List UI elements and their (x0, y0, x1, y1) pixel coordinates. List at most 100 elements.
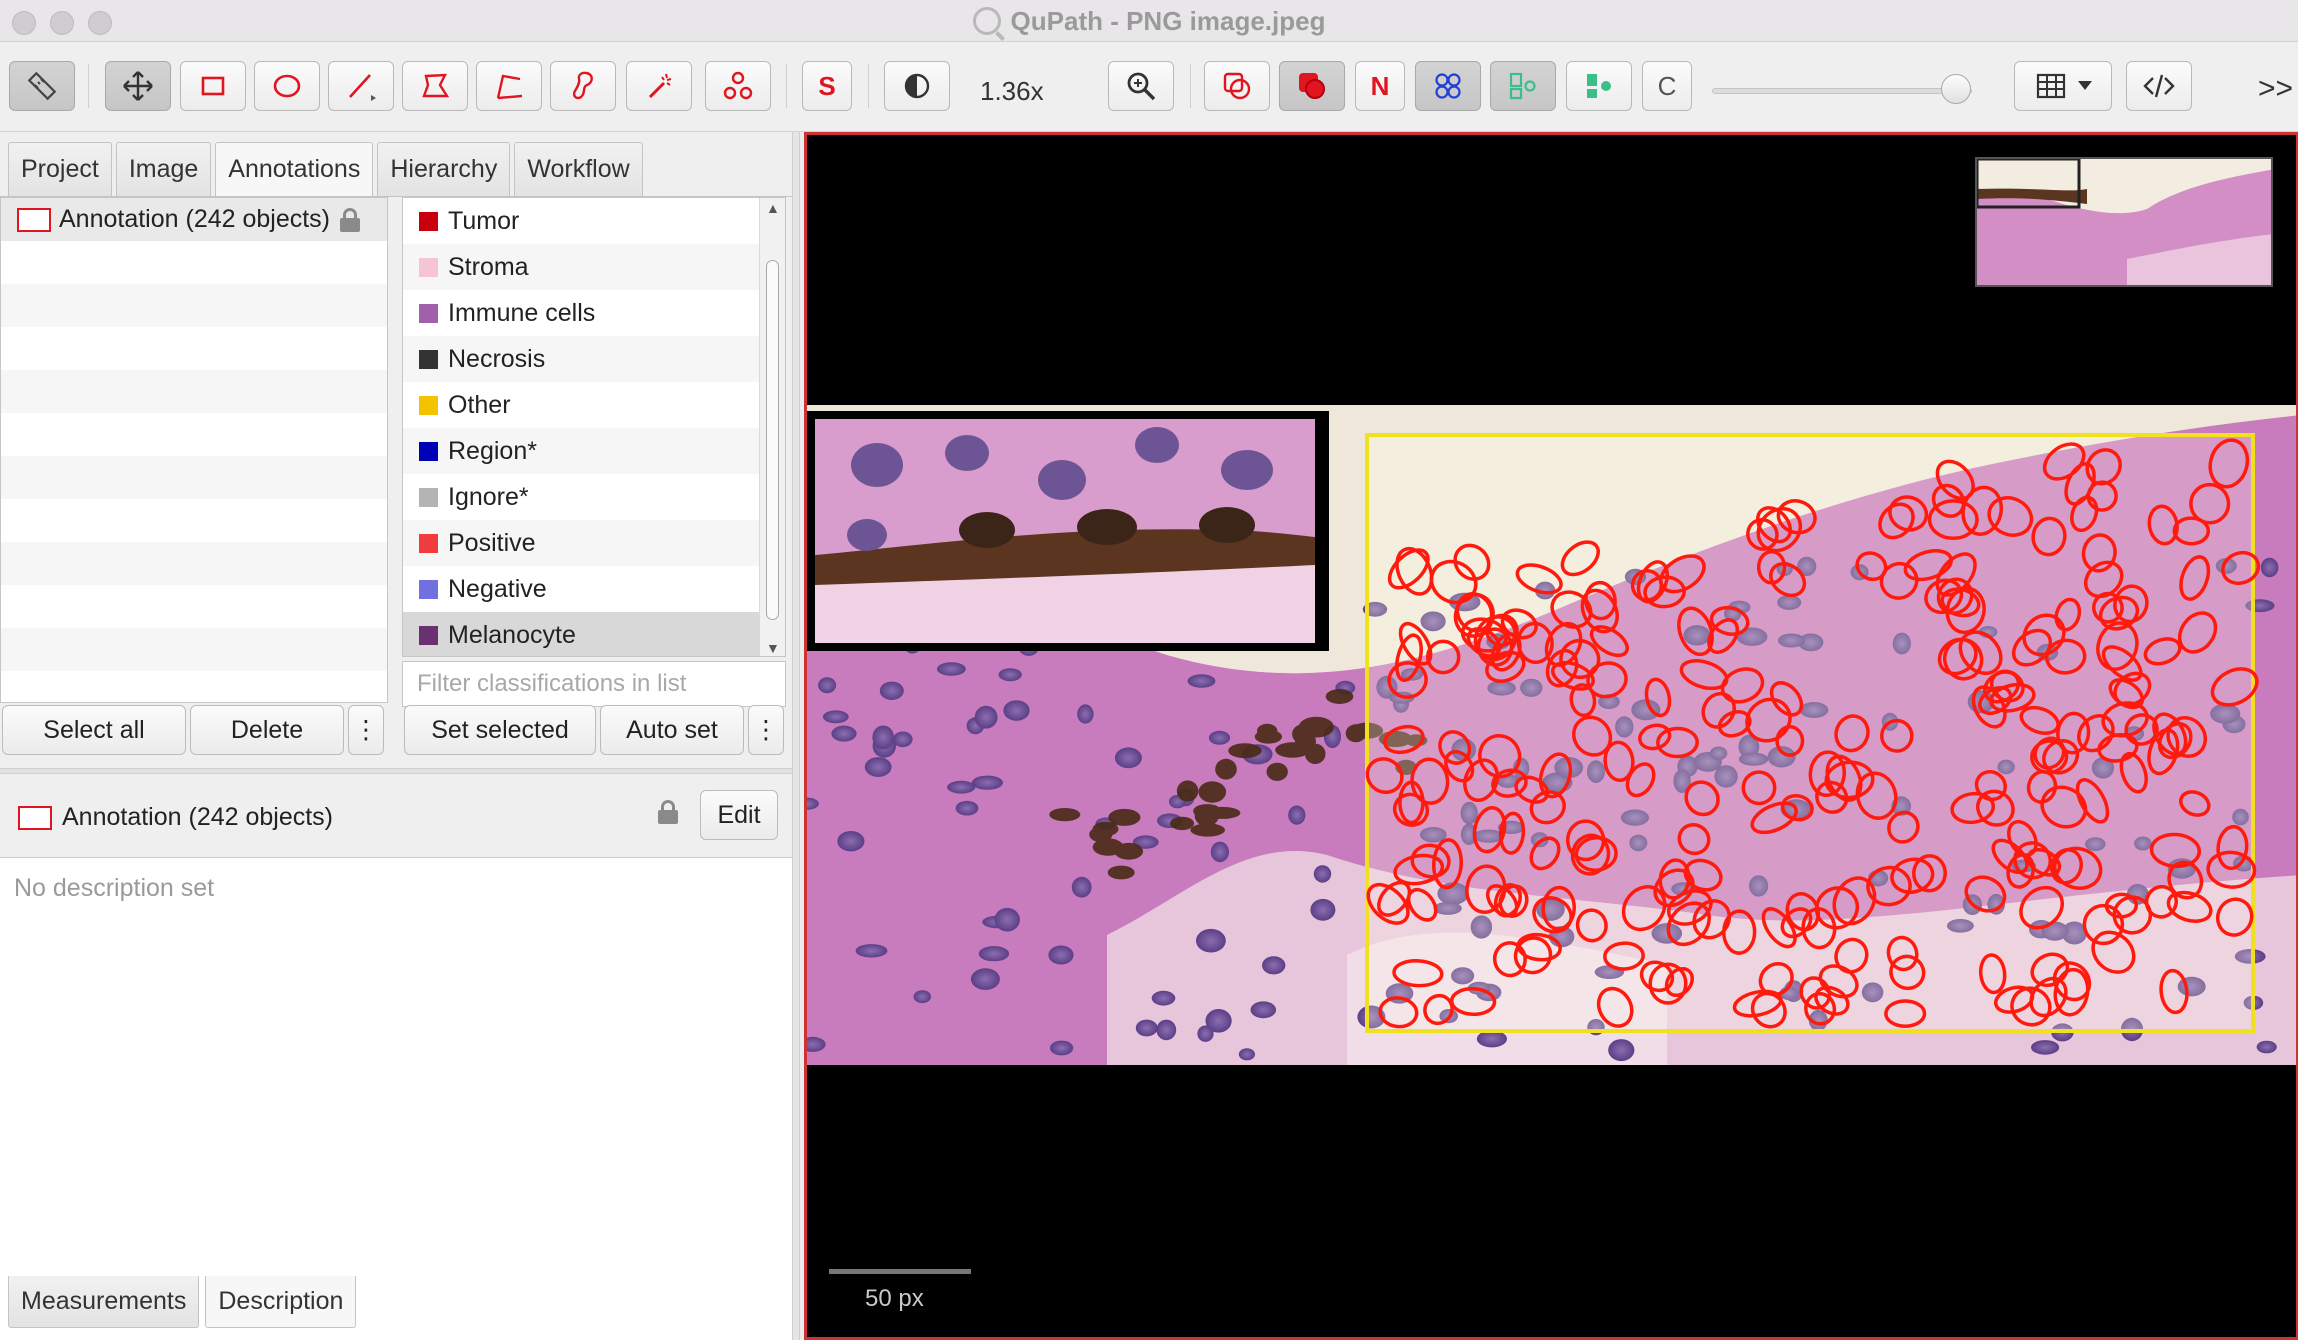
rectangle-annotation-icon (18, 806, 52, 830)
class-label: Negative (448, 574, 547, 603)
points-tool-button[interactable] (705, 61, 771, 111)
selection-mode-button[interactable]: S (802, 61, 852, 111)
ellipse-icon (273, 74, 301, 98)
fill-detections-button[interactable] (1566, 61, 1632, 111)
rectangle-annotation-icon (17, 207, 51, 232)
class-item-melanocyte[interactable]: Melanocyte (403, 612, 785, 656)
class-item-positive[interactable]: Positive (403, 520, 785, 566)
script-editor-button[interactable] (2126, 61, 2192, 111)
class-item-stroma[interactable]: Stroma (403, 244, 785, 290)
tab-workflow[interactable]: Workflow (514, 142, 643, 196)
show-detections-button[interactable] (1490, 61, 1556, 111)
show-names-button[interactable]: N (1355, 61, 1405, 111)
panel-splitter[interactable] (792, 132, 800, 1340)
class-item-region[interactable]: Region* (403, 428, 785, 474)
class-color-swatch (419, 441, 438, 461)
image-viewer[interactable]: 50 px (804, 132, 2298, 1340)
select-all-button[interactable]: Select all (2, 705, 186, 755)
tab-measurements[interactable]: Measurements (8, 1276, 200, 1328)
analysis-tabs: Project Image Annotations Hierarchy Work… (8, 142, 643, 198)
list-item[interactable]: Annotation (242 objects) (1, 198, 387, 241)
class-color-swatch (419, 487, 438, 507)
zoom-to-fit-button[interactable] (1108, 61, 1174, 111)
tab-project[interactable]: Project (8, 142, 112, 196)
class-color-swatch (419, 395, 438, 415)
magnifier-icon (1127, 72, 1156, 101)
tab-hierarchy[interactable]: Hierarchy (377, 142, 511, 196)
polygon-tool-button[interactable] (402, 61, 468, 111)
class-item-negative[interactable]: Negative (403, 566, 785, 612)
tab-annotations[interactable]: Annotations (215, 142, 374, 196)
wand-tool-button[interactable] (626, 61, 692, 111)
opacity-slider-track[interactable] (1712, 88, 1972, 94)
filter-classifications-input[interactable]: Filter classifications in list (402, 661, 786, 707)
class-item-ignore[interactable]: Ignore* (403, 474, 785, 520)
points-icon (723, 71, 753, 100)
opacity-slider-thumb[interactable] (1941, 74, 1972, 104)
analysis-panel: Project Image Annotations Hierarchy Work… (0, 132, 792, 1340)
toggle-c-button[interactable]: C (1642, 61, 1692, 111)
ellipse-tool-button[interactable] (254, 61, 320, 111)
grid-icon (2036, 73, 2066, 99)
show-tma-grid-button[interactable] (1415, 61, 1481, 111)
scrollbar-thumb[interactable] (766, 260, 779, 620)
set-selected-button[interactable]: Set selected (404, 705, 596, 755)
annotation-list[interactable]: Annotation (242 objects) (0, 197, 388, 703)
class-item-other[interactable]: Other (403, 382, 785, 428)
ruler-icon (27, 71, 57, 101)
line-icon (349, 74, 376, 101)
scale-bar (829, 1269, 971, 1274)
tab-description[interactable]: Description (205, 1276, 357, 1328)
auto-set-button[interactable]: Auto set (600, 705, 744, 755)
annotations-icon (1223, 72, 1251, 100)
scroll-down-icon[interactable]: ▼ (766, 640, 780, 656)
lock-icon (340, 207, 361, 232)
measure-tool-button[interactable] (9, 61, 75, 111)
selection-mode-label: S (818, 70, 836, 101)
annotation-more-button[interactable]: ⋮ (348, 705, 384, 755)
scroll-up-icon[interactable]: ▲ (766, 200, 780, 216)
edit-description-button[interactable]: Edit (700, 790, 778, 840)
class-label: Tumor (448, 206, 520, 235)
delete-button[interactable]: Delete (190, 705, 344, 755)
class-label: Other (448, 390, 511, 419)
class-label: Region* (448, 436, 537, 465)
description-title: Annotation (242 objects) (62, 803, 334, 831)
overview-thumbnail[interactable] (1975, 157, 2273, 287)
detections-icon (1509, 72, 1536, 100)
class-color-swatch (419, 625, 438, 645)
toolbar-overflow-icon[interactable]: >> (2258, 72, 2293, 106)
code-icon (2143, 74, 2175, 98)
fill-annotations-icon (1299, 73, 1325, 99)
show-annotations-button[interactable] (1204, 61, 1270, 111)
grid-options-button[interactable] (2014, 61, 2112, 111)
class-item-immune-cells[interactable]: Immune cells (403, 290, 785, 336)
class-color-swatch (419, 349, 438, 369)
lock-icon (658, 800, 678, 824)
qupath-logo-icon (972, 7, 1001, 35)
classification-list[interactable]: Tumor Stroma Immune cells Necrosis Other Regi… (402, 197, 786, 657)
class-color-swatch (419, 303, 438, 323)
polygon-icon (422, 73, 450, 98)
class-item-tumor[interactable]: Tumor (403, 198, 785, 244)
scale-bar-label: 50 px (865, 1285, 924, 1312)
panel-divider[interactable] (0, 768, 792, 774)
class-item-necrosis[interactable]: Necrosis (403, 336, 785, 382)
class-color-swatch (419, 257, 438, 277)
brightness-contrast-button[interactable] (884, 61, 950, 111)
classification-more-button[interactable]: ⋮ (748, 705, 784, 755)
class-color-swatch (419, 579, 438, 599)
description-empty-text: No description set (14, 874, 215, 902)
classification-scrollbar[interactable]: ▲ ▼ (759, 198, 785, 656)
fill-annotations-button[interactable] (1279, 61, 1345, 111)
tab-image[interactable]: Image (115, 142, 212, 196)
move-arrows-icon (123, 71, 153, 101)
show-names-label: N (1370, 70, 1390, 101)
move-tool-button[interactable] (105, 61, 171, 111)
line-tool-button[interactable] (328, 61, 394, 111)
title-bar: QuPath - PNG image.jpeg (0, 0, 2298, 42)
brush-tool-button[interactable] (550, 61, 616, 111)
class-color-swatch (419, 533, 438, 553)
rectangle-tool-button[interactable] (180, 61, 246, 111)
polyline-tool-button[interactable] (476, 61, 542, 111)
